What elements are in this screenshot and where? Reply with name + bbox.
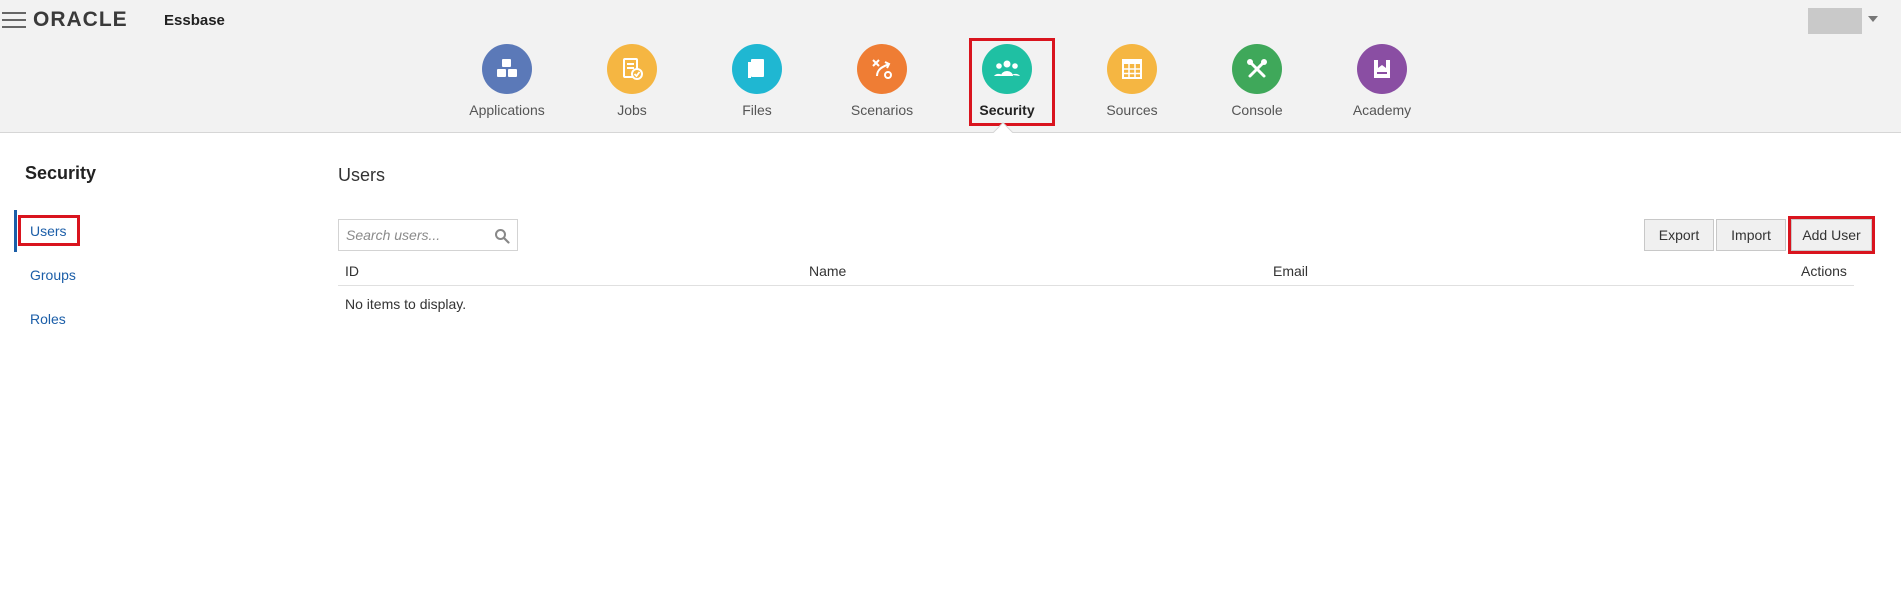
sidebar-active-indicator [14, 210, 17, 252]
search-box [338, 219, 518, 251]
nav-label: Academy [1352, 102, 1412, 118]
user-menu-caret-icon[interactable] [1868, 16, 1878, 22]
nav-label: Jobs [617, 102, 647, 118]
hamburger-menu-icon[interactable] [2, 12, 26, 28]
app-name: Essbase [164, 12, 225, 29]
jobs-check-icon [607, 44, 657, 94]
oracle-logo: ORACLE [33, 8, 128, 31]
cubes-icon [482, 44, 532, 94]
table-header-divider [338, 285, 1854, 286]
import-button[interactable]: Import [1716, 219, 1786, 251]
sidebar-item-groups[interactable]: Groups [30, 267, 76, 283]
search-input[interactable] [339, 220, 489, 250]
nav-console[interactable]: Console [1202, 44, 1312, 118]
nav-scenarios[interactable]: Scenarios [827, 44, 937, 118]
nav-academy[interactable]: Academy [1327, 44, 1437, 118]
empty-table-message: No items to display. [345, 296, 467, 312]
nav-label: Console [1231, 102, 1283, 118]
tools-icon [1232, 44, 1282, 94]
users-group-icon [982, 44, 1032, 94]
table-icon [1107, 44, 1157, 94]
nav-sources[interactable]: Sources [1077, 44, 1187, 118]
sidebar-item-roles[interactable]: Roles [30, 311, 66, 327]
nav-security[interactable]: Security [952, 44, 1062, 118]
files-icon [732, 44, 782, 94]
nav-label: Scenarios [850, 102, 914, 118]
search-icon[interactable] [494, 228, 510, 244]
nav-label: Security [979, 102, 1035, 118]
nav-applications[interactable]: Applications [452, 44, 562, 118]
user-avatar[interactable] [1808, 8, 1862, 34]
nav-files[interactable]: Files [702, 44, 812, 118]
academy-icon [1357, 44, 1407, 94]
add-user-button[interactable]: Add User [1791, 219, 1872, 251]
nav-label: Files [742, 102, 772, 118]
column-header-email[interactable]: Email [1273, 263, 1308, 279]
page-title: Users [338, 165, 386, 185]
nav-jobs[interactable]: Jobs [577, 44, 687, 118]
column-header-id[interactable]: ID [345, 263, 359, 279]
column-header-actions: Actions [1801, 263, 1847, 279]
scenarios-icon [857, 44, 907, 94]
sidebar-item-users[interactable]: Users [30, 223, 67, 239]
nav-label: Sources [1106, 102, 1158, 118]
nav-label: Applications [469, 102, 545, 118]
export-button[interactable]: Export [1644, 219, 1714, 251]
top-header: ORACLE Essbase Applications Jobs Files S… [0, 0, 1901, 133]
sidebar-title: Security [25, 163, 97, 183]
column-header-name[interactable]: Name [809, 263, 846, 279]
